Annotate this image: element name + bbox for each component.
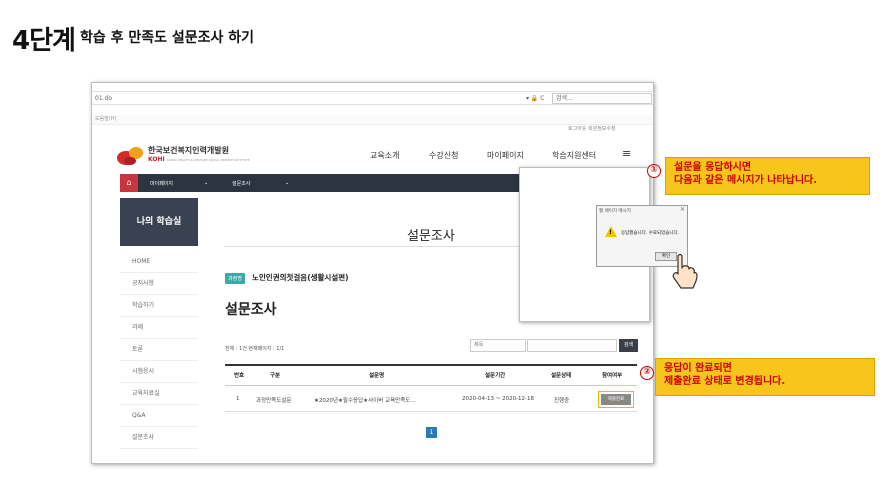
address-bar[interactable]: 01.do ▾ 🔒 C 검색... (92, 91, 653, 105)
sidebar-item-qna[interactable]: Q&A (120, 405, 198, 427)
breadcrumb-mypage[interactable]: 마이페이지 (150, 180, 173, 187)
logo-text-kr: 한국보건복지인력개발원 (148, 146, 229, 155)
page-title: 설문조사 (407, 229, 455, 244)
course-badge: 과정명 (225, 273, 245, 284)
breadcrumb-survey[interactable]: 설문조사 (232, 180, 250, 187)
callout-1-line-1: 설문을 응답하시면 (674, 162, 752, 173)
cell-period: 2020-04-13 ~ 2020-12-18 (462, 396, 535, 402)
sidebar-item-survey[interactable]: 설문조사 (120, 427, 198, 449)
col-header-status: 설문상태 (551, 373, 572, 379)
callout-number-2: ② (640, 366, 654, 380)
sidebar-item-notice[interactable]: 공지사항 (120, 273, 198, 295)
cell-no: 1 (236, 396, 240, 402)
callout-number-1: ① (647, 164, 661, 178)
col-header-no: 번호 (234, 373, 245, 379)
callout-2: 응답이 완료되면 제출완료 상태로 변경됩니다. (655, 358, 875, 396)
warning-mark: ! (609, 229, 612, 236)
home-icon[interactable]: ⌂ (120, 174, 138, 192)
url-text: 01.do (95, 95, 113, 102)
top-links[interactable]: 로그아웃 회원정보수정 (568, 125, 616, 132)
cell-type: 과정만족도설문 (256, 398, 292, 404)
course-name: 노인인권의첫걸음(생활시설편) (252, 273, 349, 282)
search-field-select[interactable]: 제목 (470, 339, 526, 352)
search-button[interactable]: 검색 (619, 339, 638, 352)
col-header-type: 구분 (270, 373, 281, 379)
cell-name[interactable]: ★2020년★필수응답★사이버 교육만족도… (314, 396, 416, 404)
address-controls[interactable]: ▾ 🔒 C (526, 95, 545, 102)
logo-text-en: KOHI KOREA HEALTH & WELFARE SOCIAL SERVI… (148, 156, 250, 163)
chevron-down-icon[interactable]: ⌄ (285, 180, 289, 186)
nav-item-support[interactable]: 학습지원센터 (552, 150, 596, 161)
sidebar-title: 나의 학습실 (120, 198, 198, 246)
breadcrumb-bar (120, 174, 540, 192)
dialog-message: 응답했습니다. 수료되었습니다. (621, 231, 680, 236)
sidebar-item-discussion[interactable]: 토론 (120, 339, 198, 361)
step-title: 4단계 (12, 26, 76, 56)
nav-item-intro[interactable]: 교육소개 (370, 150, 399, 161)
pointer-hand-icon (672, 253, 698, 289)
page-button-1[interactable]: 1 (426, 427, 437, 438)
highlight-box (598, 391, 634, 408)
sidebar-item-exam[interactable]: 시험응시 (120, 361, 198, 383)
sidebar-item-materials[interactable]: 교육자료실 (120, 383, 198, 405)
total-count: 전체 : 1건 현재페이지 : 1/1 (225, 346, 285, 352)
col-header-participation: 참여여부 (602, 373, 623, 379)
favorites-bar[interactable]: 도움말(H) (92, 115, 653, 125)
callout-1: 설문을 응답하시면 다음과 같은 메시지가 나타납니다. (665, 157, 870, 195)
sidebar-item-home[interactable]: HOME (120, 251, 198, 273)
title-divider (224, 246, 524, 247)
nav-item-mypage[interactable]: 마이페이지 (487, 150, 524, 161)
close-icon[interactable]: ✕ (680, 206, 685, 213)
callout-2-line-1: 응답이 완료되면 (664, 363, 732, 374)
cell-status: 진행중 (554, 398, 570, 404)
col-header-period: 설문기간 (485, 373, 506, 379)
chevron-down-icon[interactable]: ⌄ (204, 180, 208, 186)
search-input[interactable] (527, 339, 617, 352)
browser-search-input[interactable]: 검색... (552, 93, 652, 104)
table-header (225, 364, 637, 386)
section-title: 설문조사 (225, 302, 277, 318)
callout-1-line-2: 다음과 같은 메시지가 나타납니다. (674, 175, 818, 186)
sidebar-item-study[interactable]: 학습하기 (120, 295, 198, 317)
kohi-logo-icon (117, 147, 143, 165)
menu-icon[interactable]: ≡ (622, 147, 631, 160)
nav-item-enroll[interactable]: 수강신청 (429, 150, 458, 161)
step-subtitle: 학습 후 만족도 설문조사 하기 (80, 30, 255, 46)
sidebar-item-assignment[interactable]: 과제 (120, 317, 198, 339)
callout-2-line-2: 제출완료 상태로 변경됩니다. (664, 376, 786, 387)
dialog-title: 웹 페이지 메시지 (599, 209, 631, 214)
col-header-name: 설문명 (369, 373, 385, 379)
